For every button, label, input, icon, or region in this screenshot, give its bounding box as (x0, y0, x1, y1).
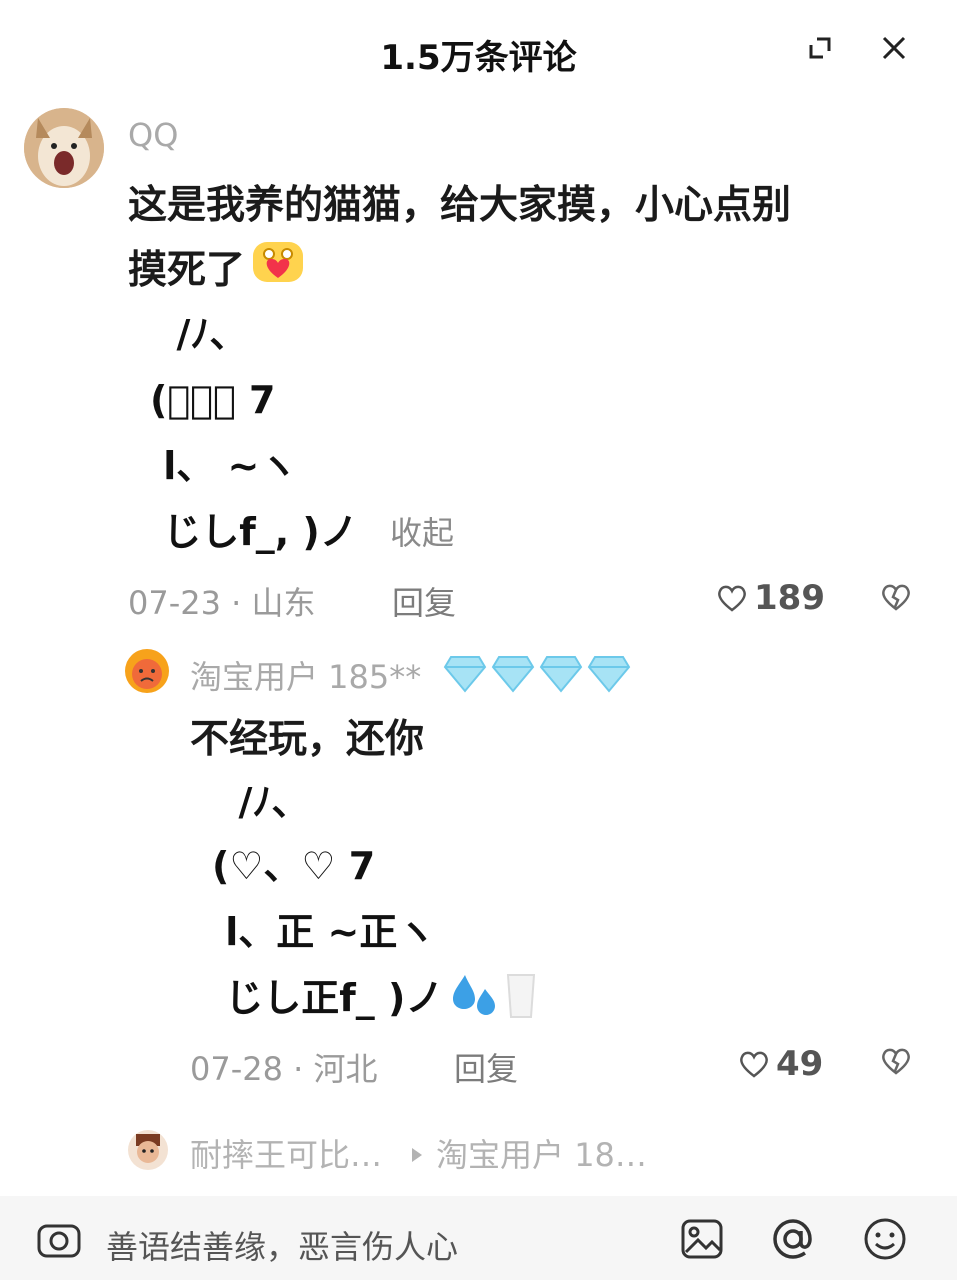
reply-arrow-icon (410, 1134, 424, 1172)
diamond-badge-icon (539, 653, 583, 697)
like-button[interactable]: 189 (716, 578, 825, 618)
avatar[interactable] (24, 108, 104, 188)
heart-icon (718, 585, 746, 612)
reply-text: 不经玩，还你 (190, 717, 425, 762)
dog-avatar-icon (24, 108, 104, 188)
broken-heart-icon (882, 1048, 910, 1075)
like-count: 189 (754, 578, 825, 618)
reply2-username[interactable]: 耐摔王可比… (190, 1130, 382, 1176)
glass-icon (505, 971, 537, 1025)
diamond-badge-icon (491, 653, 535, 697)
ascii-cat-line: じしf_, )ノ (150, 510, 358, 554)
comment-text-line1: 这是我养的猫猫，给大家摸，小心点别 (128, 183, 792, 228)
reply2-target-user[interactable]: 淘宝用户 18… (436, 1130, 647, 1176)
diamond-badge-icon (587, 653, 631, 697)
person-avatar-icon (128, 1130, 168, 1170)
dislike-button[interactable] (880, 582, 912, 616)
like-button[interactable]: 49 (738, 1044, 823, 1084)
broken-heart-icon (882, 584, 910, 611)
ascii-cat-line: /ﾉ、 (150, 312, 248, 356)
avatar[interactable] (124, 648, 170, 694)
ascii-cat-line: l、正 ~正ヽ (212, 910, 436, 954)
reply-username[interactable]: 淘宝用户 185** (190, 652, 421, 698)
comment-input[interactable]: 善语结善缘，恶言伤人心 (106, 1222, 646, 1268)
ascii-cat-line: l、 ~ヽ (150, 444, 298, 488)
mention-icon[interactable] (770, 1216, 816, 1266)
image-icon[interactable] (680, 1218, 724, 1264)
avatar[interactable] (128, 1130, 168, 1170)
ascii-cat-line: (ﾟ、。 7 (150, 378, 276, 422)
sweat-drops-icon (447, 971, 501, 1025)
ascii-cat-line: じし正f_ )ノ (212, 976, 444, 1020)
comment-text-line2: 摸死了 (128, 248, 246, 293)
collapse-button[interactable]: 收起 (390, 508, 454, 554)
heart-emoji-icon (251, 238, 305, 304)
collapse-icon[interactable] (798, 26, 842, 70)
like-count: 49 (776, 1044, 824, 1084)
ascii-cat-line: /ﾉ、 (212, 780, 310, 824)
comment-username[interactable]: QQ (128, 116, 178, 154)
dislike-button[interactable] (880, 1046, 912, 1080)
sad-face-avatar-icon (125, 649, 169, 693)
reply-date-location: 07-28 · 河北 (190, 1050, 378, 1088)
close-icon[interactable] (872, 26, 916, 70)
ascii-cat-line: (♡、♡ 7 (212, 844, 376, 888)
camera-icon[interactable] (36, 1218, 82, 1264)
reply-button[interactable]: 回复 (392, 578, 456, 624)
heart-icon (740, 1051, 768, 1078)
comment-date-location: 07-23 · 山东 (128, 584, 316, 622)
reply-button[interactable]: 回复 (454, 1044, 518, 1090)
emoji-icon[interactable] (862, 1216, 908, 1266)
diamond-badge-icon (443, 653, 487, 697)
